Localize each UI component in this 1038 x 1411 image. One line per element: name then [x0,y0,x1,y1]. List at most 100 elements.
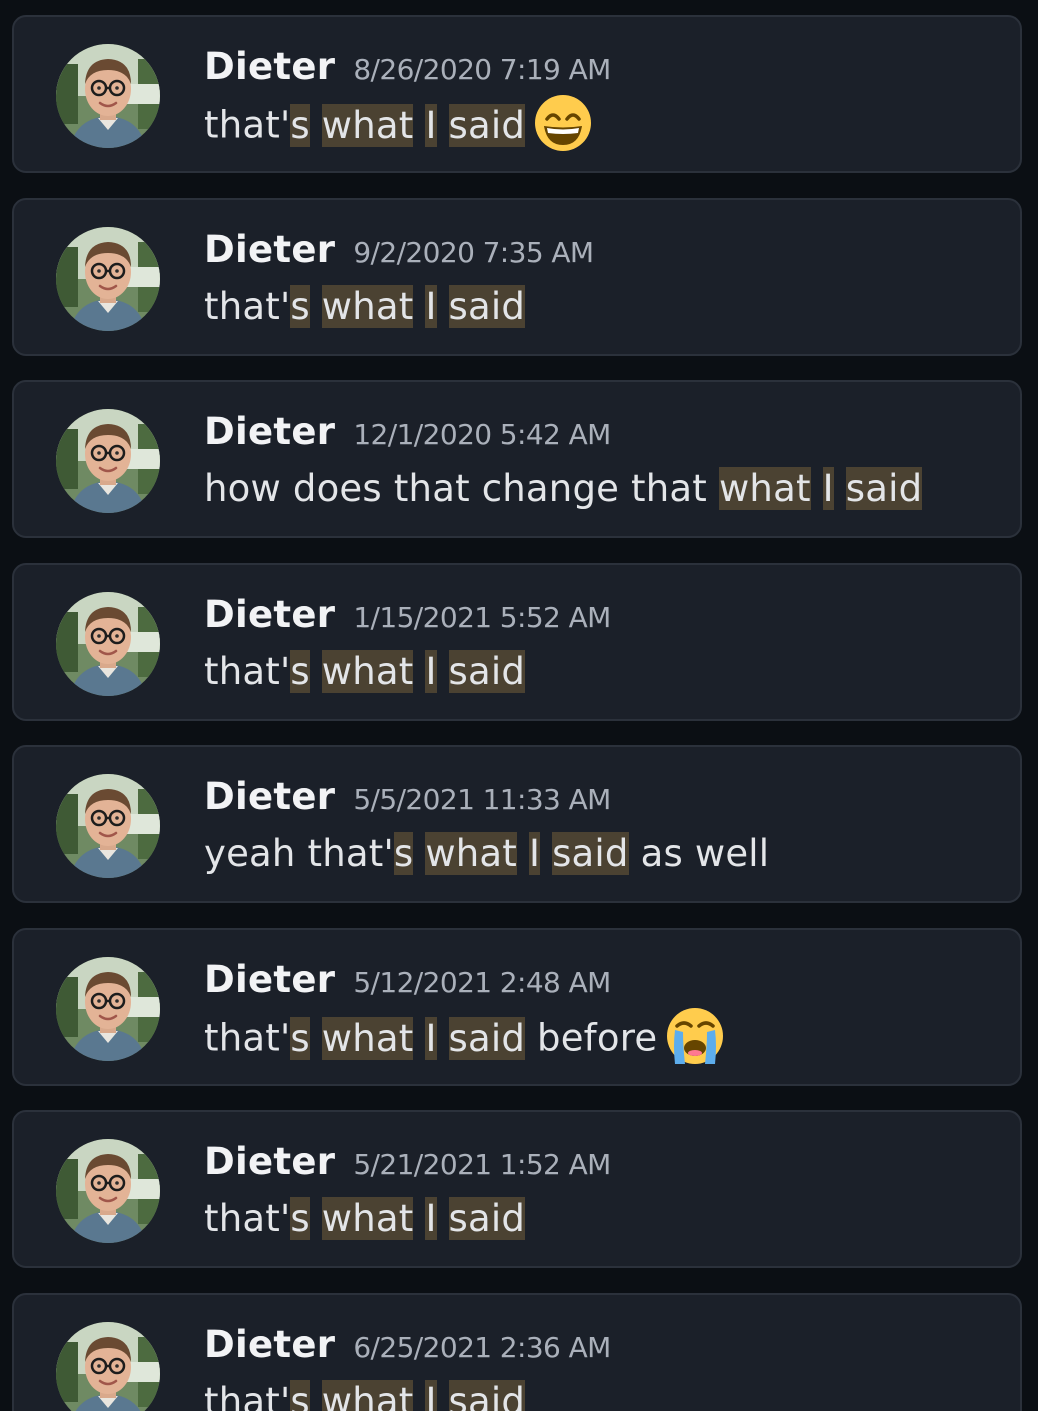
message-text [310,1017,322,1060]
message-header: Dieter 8/26/2020 7:19 AM [204,45,611,96]
search-result-message[interactable]: Dieter 1/15/2021 5:52 AM that's what I sai… [12,563,1022,721]
search-match-highlight: I [425,1380,437,1411]
search-match-highlight: what [321,1380,414,1411]
search-match-highlight: s [290,103,310,147]
search-match-highlight: I [425,103,437,147]
message-text: that' [204,1380,291,1411]
user-avatar[interactable] [56,409,160,513]
user-avatar[interactable] [56,1139,160,1243]
search-match-highlight: said [448,1380,526,1411]
message-text: that' [204,1016,291,1060]
message-text [834,467,846,510]
search-match-highlight: what [321,1016,414,1060]
author-name[interactable]: Dieter [204,593,335,636]
message-timestamp: 9/2/2020 7:35 AM [353,236,594,269]
message-content: that's what I said [204,95,593,157]
search-match-highlight: what [718,467,811,510]
message-text [413,1017,425,1060]
search-match-highlight: I [822,467,834,510]
user-avatar[interactable] [56,592,160,696]
message-text [413,650,425,693]
search-match-highlight: what [321,103,414,147]
message-timestamp: 12/1/2020 5:42 AM [353,418,611,451]
search-match-highlight: I [425,1016,437,1060]
author-name[interactable]: Dieter [204,45,335,88]
search-match-highlight: said [448,1197,526,1240]
search-result-message[interactable]: Dieter 9/2/2020 7:35 AM that's what I said [12,198,1022,356]
avatar-photo [56,44,160,148]
search-match-highlight: s [290,1380,310,1411]
message-timestamp: 5/21/2021 1:52 AM [353,1148,611,1181]
search-match-highlight: said [448,285,526,328]
author-name[interactable]: Dieter [204,1323,335,1366]
user-avatar[interactable] [56,1322,160,1411]
search-match-highlight: I [425,650,437,693]
message-text: that' [204,285,291,328]
message-content: that's what I said [204,280,526,334]
search-result-message[interactable]: Dieter 5/5/2021 11:33 AM yeah that's what … [12,745,1022,903]
search-match-highlight: I [425,1197,437,1240]
message-timestamp: 6/25/2021 2:36 AM [353,1331,611,1364]
search-match-highlight: what [321,650,414,693]
search-match-highlight: I [528,832,541,875]
search-result-message[interactable]: Dieter 5/21/2021 1:52 AM that's what I sai… [12,1110,1022,1268]
message-header: Dieter 1/15/2021 5:52 AM [204,593,611,644]
search-match-highlight: said [448,1016,526,1060]
author-name[interactable]: Dieter [204,775,335,818]
search-match-highlight: said [448,103,526,147]
user-avatar[interactable] [56,44,160,148]
message-header: Dieter 9/2/2020 7:35 AM [204,228,594,279]
message-text: yeah that' [204,832,394,875]
search-match-highlight: said [552,832,629,875]
message-timestamp: 8/26/2020 7:19 AM [353,53,611,86]
search-match-highlight: s [290,285,310,328]
author-name[interactable]: Dieter [204,958,335,1001]
message-text [437,285,449,328]
message-text [310,1197,322,1240]
message-text [310,650,322,693]
search-match-highlight: what [321,1197,414,1240]
message-content: that's what I said [204,1375,526,1411]
user-avatar[interactable] [56,957,160,1061]
search-match-highlight: s [290,1016,310,1060]
message-header: Dieter 5/12/2021 2:48 AM [204,958,611,1009]
search-result-message[interactable]: Dieter 12/1/2020 5:42 AM how does that cha… [12,380,1022,538]
author-name[interactable]: Dieter [204,410,335,453]
loudly-crying-face-emoji-icon [665,1006,725,1066]
message-text: that' [204,1197,291,1240]
search-result-message[interactable]: Dieter 5/12/2021 2:48 AM that's what I sai… [12,928,1022,1086]
search-match-highlight: I [425,285,437,328]
search-match-highlight: s [290,1197,310,1240]
message-text [413,832,425,875]
author-name[interactable]: Dieter [204,1140,335,1183]
message-header: Dieter 12/1/2020 5:42 AM [204,410,611,461]
message-text: before [525,1016,658,1060]
search-match-highlight: s [290,650,310,693]
message-header: Dieter 6/25/2021 2:36 AM [204,1323,611,1374]
search-result-message[interactable]: Dieter 8/26/2020 7:19 AM that's what I sai… [12,15,1022,173]
message-content: how does that change that what I said [204,462,923,516]
user-avatar[interactable] [56,227,160,331]
message-text [413,285,425,328]
message-text: how does that change that [204,467,719,510]
message-header: Dieter 5/21/2021 1:52 AM [204,1140,611,1191]
message-text [310,1380,322,1411]
message-text [310,285,322,328]
avatar-photo [56,1322,160,1411]
message-timestamp: 5/5/2021 11:33 AM [353,783,611,816]
message-text: that' [204,650,291,693]
search-result-message[interactable]: Dieter 6/25/2021 2:36 AM that's what I sai… [12,1293,1022,1411]
message-content: that's what I said [204,1192,526,1246]
search-match-highlight: said [845,467,923,510]
search-match-highlight: what [321,285,414,328]
search-results-list: Dieter 8/26/2020 7:19 AM that's what I sai… [0,0,1038,1411]
grinning-smiling-eyes-emoji-icon [533,93,593,153]
author-name[interactable]: Dieter [204,228,335,271]
message-text [413,1380,425,1411]
message-text [437,1380,449,1411]
message-text: that' [204,103,291,147]
user-avatar[interactable] [56,774,160,878]
message-timestamp: 5/12/2021 2:48 AM [353,966,611,999]
message-content: that's what I said [204,645,526,699]
search-match-highlight: s [393,832,414,875]
